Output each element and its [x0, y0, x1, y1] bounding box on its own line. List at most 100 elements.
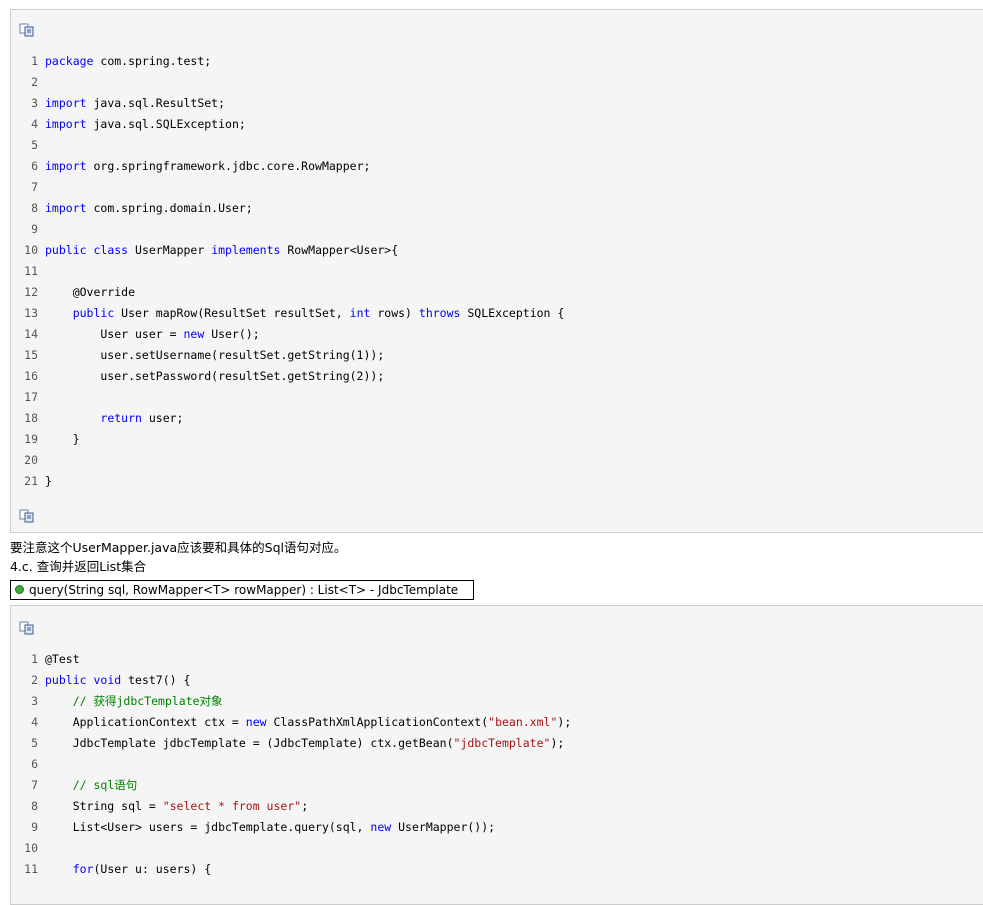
code-token: class: [93, 243, 129, 257]
code-text: // 获得jdbcTemplate对象: [45, 691, 223, 712]
code-token: user.setUsername(resultSet.getString(1))…: [45, 348, 385, 362]
method-signature-text: query(String sql, RowMapper<T> rowMapper…: [29, 583, 459, 597]
method-signature: query(String sql, RowMapper<T> rowMapper…: [10, 580, 474, 600]
line-number: 13: [24, 306, 38, 320]
code-token: ApplicationContext ctx =: [45, 715, 246, 729]
line-number: 7: [31, 778, 38, 792]
code-token: rows): [370, 306, 419, 320]
line-number: 11: [24, 862, 38, 876]
copy-code-icon[interactable]: [19, 509, 35, 523]
line-number: 15: [24, 348, 38, 362]
line-number: 5: [31, 736, 38, 750]
line-number: 6: [31, 159, 38, 173]
code-token: user;: [141, 411, 184, 425]
code-token: new: [370, 820, 392, 834]
code-token: ClassPathXmlApplicationContext(: [266, 715, 489, 729]
code-text: public User mapRow(ResultSet resultSet, …: [45, 303, 565, 324]
code-token: User();: [204, 327, 260, 341]
code-token: "bean.xml": [488, 715, 558, 729]
code-token: UserMapper: [128, 243, 212, 257]
code-token: return: [100, 411, 142, 425]
code-token: public: [45, 243, 87, 257]
copy-code-icon[interactable]: [19, 621, 35, 635]
code-token: // sql语句: [72, 778, 138, 792]
code-token: RowMapper<User>{: [280, 243, 399, 257]
code-text: import java.sql.ResultSet;: [45, 93, 225, 114]
code-token: package: [45, 54, 94, 68]
code-text: ApplicationContext ctx = new ClassPathXm…: [45, 712, 572, 733]
code-token: org.springframework.jdbc.core.RowMapper;: [86, 159, 371, 173]
line-number: 3: [31, 694, 38, 708]
code-text: User user = new User();: [45, 324, 260, 345]
code-token: String sql =: [45, 799, 163, 813]
code-text: return user;: [45, 408, 183, 429]
code-token: UserMapper());: [391, 820, 496, 834]
code-token: ;: [301, 799, 309, 813]
line-number: 1: [31, 652, 38, 666]
code-text: List<User> users = jdbcTemplate.query(sq…: [45, 817, 495, 838]
code-text: user.setUsername(resultSet.getString(1))…: [45, 345, 384, 366]
code-token: for: [72, 862, 94, 876]
line-number: 11: [24, 264, 38, 278]
line-number: 6: [31, 757, 38, 771]
code-block-usermapper: 1 package com.spring.test; 2 3 import java.s…: [10, 9, 983, 533]
code-text: @Test: [45, 649, 80, 670]
code-token: public: [72, 306, 115, 320]
code-text: public class UserMapper implements RowMa…: [45, 240, 398, 261]
code-text: import org.springframework.jdbc.core.Row…: [45, 156, 370, 177]
code-token: JdbcTemplate jdbcTemplate = (JdbcTemplat…: [45, 736, 454, 750]
code-token: import: [45, 201, 87, 215]
line-number: 2: [31, 75, 38, 89]
code-text: for(User u: users) {: [45, 859, 211, 880]
code-token: public: [45, 673, 87, 687]
code-token: );: [557, 715, 572, 729]
line-number: 1: [31, 54, 38, 68]
code-token: import: [45, 96, 87, 110]
section-heading: 4.c. 查询并返回List集合: [10, 559, 147, 574]
public-method-icon: [15, 585, 24, 594]
code-text: package com.spring.test;: [45, 51, 211, 72]
line-number: 2: [31, 673, 38, 687]
code-token: User user =: [45, 327, 184, 341]
code-token: List<User> users = jdbcTemplate.query(sq…: [45, 820, 371, 834]
code-token: import: [45, 159, 87, 173]
code-token: // 获得jdbcTemplate对象: [72, 694, 223, 708]
code-token: com.spring.domain.User;: [86, 201, 253, 215]
code-block-test7: 1 @Test 2 public void test7() {3 // 获得jdbcT…: [10, 605, 983, 905]
code-text: JdbcTemplate jdbcTemplate = (JdbcTemplat…: [45, 733, 565, 754]
code-token: void: [93, 673, 122, 687]
line-number: 18: [24, 411, 38, 425]
line-number: 10: [24, 243, 38, 257]
line-number: 16: [24, 369, 38, 383]
code-token: int: [349, 306, 371, 320]
code-text: String sql = "select * from user";: [45, 796, 308, 817]
code-text: // sql语句: [45, 775, 138, 796]
code-token: new: [183, 327, 205, 341]
line-number: 21: [24, 474, 38, 488]
code-text: import java.sql.SQLException;: [45, 114, 246, 135]
copy-code-icon[interactable]: [19, 23, 35, 37]
code-text: import com.spring.domain.User;: [45, 198, 253, 219]
line-number: 5: [31, 138, 38, 152]
line-number: 19: [24, 432, 38, 446]
code-token: java.sql.SQLException;: [86, 117, 246, 131]
code-token: com.spring.test;: [93, 54, 212, 68]
line-number: 14: [24, 327, 38, 341]
line-number: 8: [31, 799, 38, 813]
code-text: @Override: [45, 282, 135, 303]
code-token: SQLException {: [460, 306, 565, 320]
code-token: java.sql.ResultSet;: [86, 96, 226, 110]
line-number: 7: [31, 180, 38, 194]
code-text: user.setPassword(resultSet.getString(2))…: [45, 366, 384, 387]
code-token: throws: [418, 306, 461, 320]
line-number: 17: [24, 390, 38, 404]
line-number: 3: [31, 96, 38, 110]
code-token: import: [45, 117, 87, 131]
code-token: @Test: [45, 652, 80, 666]
code-token: User mapRow(ResultSet resultSet,: [114, 306, 350, 320]
code-token: "jdbcTemplate": [453, 736, 551, 750]
